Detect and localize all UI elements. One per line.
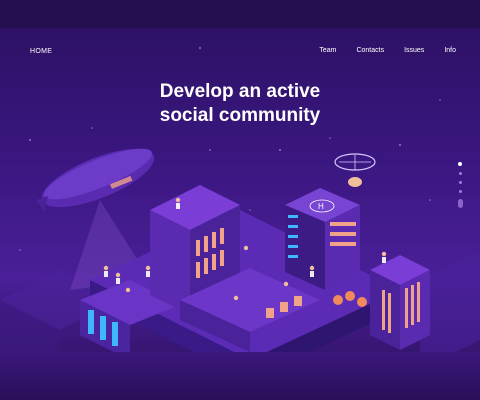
svg-text:H: H [318,202,324,211]
bottom-band [0,352,480,400]
nav-link-team[interactable]: Team [319,47,336,54]
pager-dot-2[interactable] [458,172,462,175]
nav-link-info[interactable]: Info [444,47,456,54]
pager-scroll-indicator[interactable] [457,199,463,208]
top-nav: HOME Team Contacts Issues Info [0,42,480,62]
nav-link-issues[interactable]: Issues [404,47,424,54]
nav-link-contacts[interactable]: Contacts [356,47,384,54]
hero-line-2: social community [159,105,321,126]
landing-page: H HOME Team Contacts Issues Info Develop… [0,0,480,400]
drone-icon [334,153,376,187]
nav-home-link[interactable]: HOME [30,48,52,55]
hero-line-1: Develop an active [159,81,321,102]
pager-dot-1[interactable] [458,162,462,166]
nav-links: Team Contacts Issues Info [319,47,456,54]
pager-dot-3[interactable] [458,181,462,184]
slide-pager [455,162,465,214]
pager-dot-4[interactable] [458,190,462,193]
hero-headline: Develop an active social community [0,80,480,128]
